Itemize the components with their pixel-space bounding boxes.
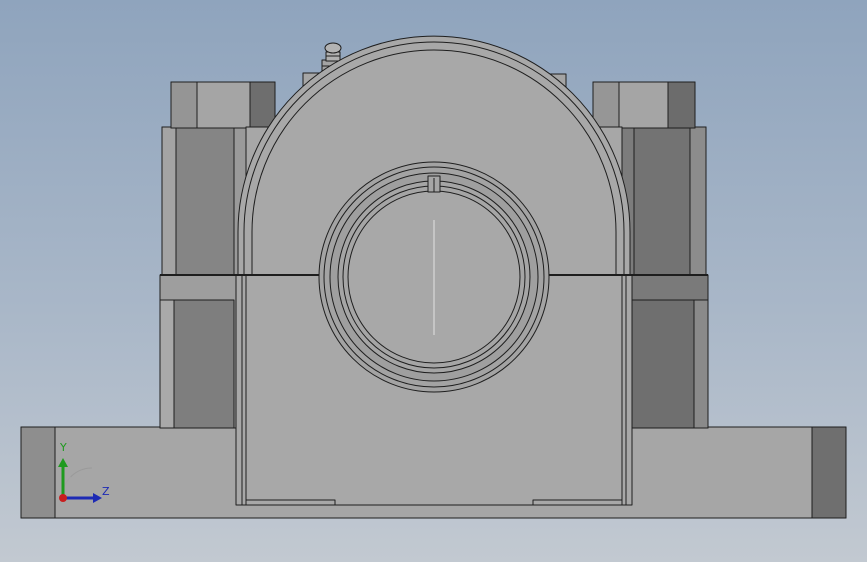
y-axis-label: Y bbox=[60, 441, 67, 454]
coordinate-triad: Y Z bbox=[50, 440, 120, 510]
pillow-block-bearing-model[interactable] bbox=[0, 0, 867, 562]
graphics-viewport[interactable]: Y Z bbox=[0, 0, 867, 562]
z-axis-label: Z bbox=[102, 485, 110, 498]
base-plate-right-end bbox=[811, 426, 847, 519]
